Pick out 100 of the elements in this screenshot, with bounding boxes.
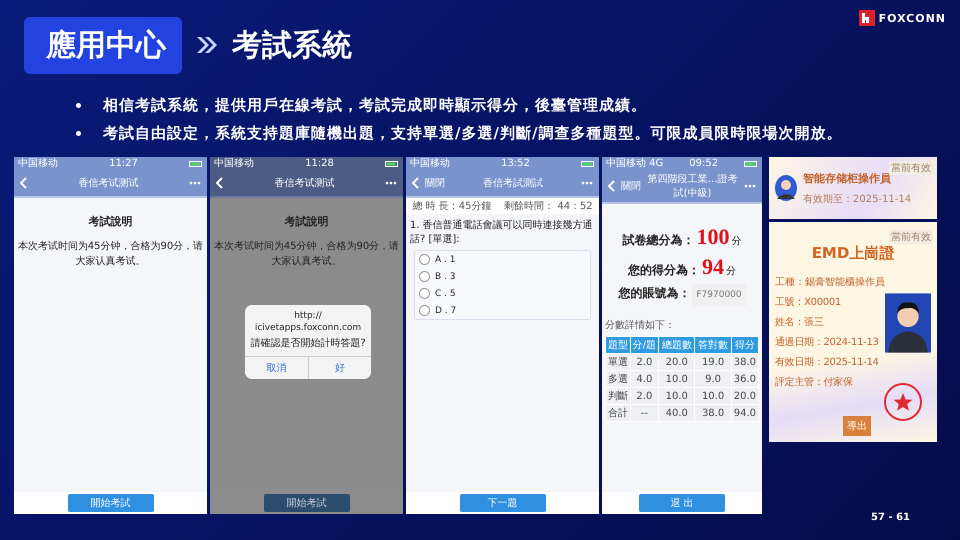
certificate-field: 評定主管：付家保 (775, 375, 879, 389)
battery-icon (580, 160, 595, 166)
radio-button[interactable] (419, 288, 430, 299)
dialog-message: 請確認是否開始計時答題? (249, 336, 367, 352)
table-cell: 10.0 (694, 388, 732, 404)
logo-text: FOXCONN (878, 12, 946, 24)
carrier-text: 中国移动 (410, 158, 450, 168)
details-caption: 分數詳情如下： (605, 318, 676, 332)
status-badge: 當前有效 (889, 230, 933, 244)
table-cell: 單選 (606, 354, 630, 370)
person-silhouette-photo (885, 293, 931, 353)
time-text: 09:52 (689, 158, 718, 168)
more-icon[interactable] (581, 181, 593, 185)
certificate-title: EMD上崗證 (810, 244, 896, 263)
table-cell: 20.0 (658, 354, 695, 370)
action-button[interactable]: 開始考試 (68, 494, 154, 512)
battery-icon (188, 160, 203, 166)
bullet-icon (76, 103, 81, 108)
column-header: 得分 (731, 336, 758, 354)
total-time-text: 總 時 長：45分鐘 (412, 200, 492, 213)
time-text: 11:27 (109, 158, 138, 168)
nav-title: 香信考试测试 (274, 176, 336, 190)
avatar-icon (775, 175, 797, 201)
radio-button[interactable] (419, 305, 430, 316)
table-cell: 38.0 (731, 354, 758, 370)
valid-until-text: 有效期至：2025-11-14 (803, 192, 912, 206)
section-title: 應用中心 (24, 16, 182, 74)
bullet-icon (76, 131, 81, 136)
table-cell: 94.0 (731, 404, 758, 422)
job-text: 工種：錫膏智能櫃操作員 (775, 276, 886, 289)
nav-title: 香信考試測試 (482, 176, 544, 190)
page-title: 考試系統 (232, 26, 352, 64)
page-number: 57 - 61 (871, 512, 910, 523)
certificate-field: 姓名：張三 (775, 315, 879, 329)
bullet-text: 相信考試系統，提供用戶在線考試，考試完成即時顯示得分，後臺管理成績。 (103, 96, 647, 115)
table-cell: 10.0 (658, 388, 695, 404)
carrier-text: 中国移动 (18, 158, 58, 168)
instructions-text: 本次考试时间为45分钟，合格为90分，请大家认真考试。 (212, 240, 400, 269)
export-button[interactable]: 導出 (843, 416, 871, 436)
dialog-button[interactable]: 取消 (245, 357, 308, 380)
back-icon[interactable] (20, 177, 28, 189)
table-cell: 36.0 (731, 370, 758, 388)
score-unit: 分 (726, 265, 736, 278)
back-icon[interactable] (216, 177, 224, 189)
carrier-text: 中国移动 4G (606, 158, 664, 168)
option-label: C . 5 (435, 288, 456, 298)
carrier-text: 中国移动 (214, 158, 254, 168)
radio-button[interactable] (419, 254, 430, 265)
question-text: 1. 香信普通電話會議可以同時連接幾方通話? [單選]: (410, 218, 594, 246)
score-label: 您的得分為： (628, 262, 700, 279)
back-icon[interactable] (608, 180, 616, 192)
more-icon[interactable] (189, 181, 201, 185)
table-cell: 19.0 (694, 354, 732, 370)
action-button[interactable]: 退 出 (639, 494, 725, 512)
column-header: 答對數 (694, 336, 732, 354)
score-value: 100 (696, 224, 730, 250)
score-label: 試卷總分為： (622, 232, 694, 249)
action-button[interactable]: 下一題 (460, 494, 546, 512)
table-cell: 9.0 (694, 370, 732, 388)
certificate-field: 通過日期：2024-11-13 (775, 335, 879, 349)
time-text: 11:28 (305, 158, 334, 168)
certificate-field: 有效日期：2025-11-14 (775, 355, 879, 369)
score-unit: 分 (732, 235, 742, 248)
table-cell: 10.0 (658, 370, 695, 388)
option-label: D . 7 (435, 306, 456, 316)
option-label: B . 3 (435, 272, 456, 282)
table-cell: 20.0 (731, 388, 758, 404)
table-cell: 4.0 (630, 370, 659, 388)
close-link[interactable]: 關閉 (621, 179, 641, 193)
instructions-text: 本次考试时间为45分钟，合格为90分，请大家认真考试。 (16, 240, 204, 269)
table-cell: 多選 (606, 370, 630, 388)
battery-icon (384, 160, 399, 166)
certificate-field: 工號：X00001 (775, 295, 879, 309)
dialog-button[interactable]: 好 (308, 357, 371, 380)
remaining-time-text: 剩餘時間： 44 : 52 (504, 200, 593, 213)
bullet-text: 考試自由設定，系統支持題庫隨機出題，支持單選/多選/判斷/調查多種題型。可限成員限時限場次開放。 (103, 124, 842, 143)
close-link[interactable]: 關閉 (425, 176, 445, 190)
instructions-heading: 考試說明 (88, 214, 134, 229)
dialog-title: http:// icivetapps.foxconn.com (254, 310, 362, 335)
score-value: 94 (702, 254, 724, 280)
table-cell: 合計 (606, 404, 630, 422)
time-text: 13:52 (501, 158, 530, 168)
nav-title: 第四階段工業...證考試(中級) (646, 172, 738, 200)
account-field: F7970000 (692, 284, 746, 306)
double-chevron-icon (196, 36, 218, 54)
more-icon[interactable] (385, 181, 397, 185)
radio-button[interactable] (419, 271, 430, 282)
table-cell: 2.0 (630, 388, 659, 404)
more-icon[interactable] (744, 184, 756, 188)
status-badge: 當前有效 (889, 161, 933, 175)
back-icon[interactable] (412, 177, 420, 189)
nav-title: 香信考试测试 (78, 176, 140, 190)
table-cell: 2.0 (630, 354, 659, 370)
table-cell: 40.0 (658, 404, 695, 422)
action-button[interactable]: 開始考試 (264, 494, 350, 512)
option-label: A . 1 (435, 254, 456, 264)
table-cell: 38.0 (694, 404, 732, 422)
table-cell: 判斷 (606, 388, 630, 404)
table-cell: -- (630, 404, 659, 422)
logo-icon (858, 10, 875, 26)
